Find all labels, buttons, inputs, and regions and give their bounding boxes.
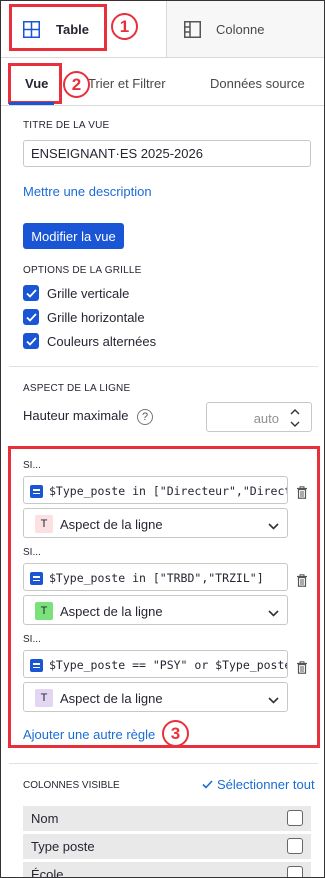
row-style-label: ASPECT DE LA LIGNE bbox=[23, 383, 131, 394]
vertical-grid-option[interactable]: Grille verticale bbox=[23, 285, 129, 301]
column-label: Type poste bbox=[31, 839, 95, 854]
alternating-colors-label: Couleurs alternées bbox=[47, 333, 157, 349]
row-style-select-label: Aspect de la ligne bbox=[60, 604, 163, 619]
formula-icon bbox=[30, 572, 43, 585]
right-panel: Table Colonne Vue Trier et Filtrer Donné… bbox=[0, 0, 325, 878]
row-style-select-2[interactable]: T Aspect de la ligne bbox=[23, 595, 288, 625]
style-swatch: T bbox=[35, 515, 53, 533]
rule-formula-3[interactable]: $Type_poste == "PSY" or $Type_poste == "… bbox=[23, 650, 288, 678]
select-all-button[interactable]: Sélectionner tout bbox=[202, 777, 315, 792]
max-height-value: auto bbox=[253, 411, 279, 426]
annotation-box-table-tab bbox=[9, 4, 107, 51]
column-icon bbox=[184, 21, 201, 41]
column-row-type-poste[interactable]: Type poste bbox=[23, 834, 311, 859]
column-checkbox[interactable] bbox=[287, 810, 303, 826]
trash-icon[interactable] bbox=[296, 486, 308, 502]
view-title-label: TITRE DE LA VUE bbox=[23, 120, 110, 131]
trash-icon[interactable] bbox=[296, 574, 308, 590]
annotation-marker-2: 2 bbox=[63, 71, 90, 98]
visible-columns-label: COLONNES VISIBLE bbox=[23, 780, 120, 791]
rule-formula-text: $Type_poste in ["TRBD","TRZIL"] bbox=[49, 571, 264, 585]
checkbox-alternating-colors[interactable] bbox=[23, 333, 39, 349]
row-style-select-1[interactable]: T Aspect de la ligne bbox=[23, 508, 288, 538]
grid-options-label: OPTIONS DE LA GRILLE bbox=[23, 265, 142, 276]
chevron-down-icon bbox=[268, 692, 279, 707]
check-icon bbox=[202, 777, 213, 792]
column-row-ecole[interactable]: École bbox=[23, 862, 311, 878]
subtab-trier-filtrer[interactable]: Trier et Filtrer bbox=[88, 76, 166, 91]
tab-colonne[interactable]: Colonne bbox=[166, 1, 324, 57]
help-icon[interactable]: ? bbox=[137, 409, 153, 425]
alternating-colors-option[interactable]: Couleurs alternées bbox=[23, 333, 156, 349]
row-style-select-label: Aspect de la ligne bbox=[60, 517, 163, 532]
section-divider bbox=[9, 366, 318, 367]
formula-icon bbox=[30, 659, 43, 672]
row-style-select-label: Aspect de la ligne bbox=[60, 691, 163, 706]
max-height-input[interactable]: auto bbox=[206, 402, 312, 432]
horizontal-grid-label: Grille horizontale bbox=[47, 309, 145, 325]
column-checkbox[interactable] bbox=[287, 838, 303, 854]
formula-icon bbox=[30, 485, 43, 498]
style-swatch: T bbox=[35, 602, 53, 620]
row-style-select-3[interactable]: T Aspect de la ligne bbox=[23, 682, 288, 712]
tab-colonne-label: Colonne bbox=[216, 22, 265, 37]
trash-icon[interactable] bbox=[296, 661, 308, 677]
max-height-label: Hauteur maximale bbox=[23, 408, 129, 423]
spinner-icon[interactable] bbox=[289, 407, 301, 432]
column-row-nom[interactable]: Nom bbox=[23, 806, 311, 831]
add-description-link[interactable]: Mettre une description bbox=[23, 184, 152, 199]
style-swatch: T bbox=[35, 689, 53, 707]
annotation-marker-1: 1 bbox=[111, 13, 138, 40]
add-rule-link[interactable]: Ajouter une autre règle bbox=[23, 727, 155, 742]
rule-si-label: SI... bbox=[23, 547, 41, 558]
vertical-grid-label: Grille verticale bbox=[47, 285, 130, 301]
subtab-donnees-source[interactable]: Données source bbox=[210, 76, 305, 91]
section-divider bbox=[9, 763, 318, 764]
annotation-marker-3: 3 bbox=[162, 720, 189, 747]
column-label: École bbox=[31, 867, 64, 878]
select-all-label: Sélectionner tout bbox=[217, 777, 315, 792]
rule-formula-text: $Type_poste in ["Directeur","Directrice"… bbox=[49, 484, 287, 498]
rule-formula-text: $Type_poste == "PSY" or $Type_poste == "… bbox=[49, 658, 288, 672]
chevron-down-icon bbox=[268, 518, 279, 533]
rule-si-label: SI... bbox=[23, 634, 41, 645]
edit-view-button[interactable]: Modifier la vue bbox=[23, 223, 124, 249]
rule-si-label: SI... bbox=[23, 460, 41, 471]
vue-subtab-underline bbox=[9, 102, 54, 105]
annotation-box-vue-subtab bbox=[8, 63, 62, 104]
checkbox-vertical-grid[interactable] bbox=[23, 285, 39, 301]
column-label: Nom bbox=[31, 811, 59, 826]
column-checkbox[interactable] bbox=[287, 866, 303, 877]
rule-formula-1[interactable]: $Type_poste in ["Directeur","Directrice"… bbox=[23, 476, 288, 504]
chevron-down-icon bbox=[268, 605, 279, 620]
checkbox-horizontal-grid[interactable] bbox=[23, 309, 39, 325]
horizontal-grid-option[interactable]: Grille horizontale bbox=[23, 309, 145, 325]
rule-formula-2[interactable]: $Type_poste in ["TRBD","TRZIL"] bbox=[23, 563, 288, 591]
view-title-input[interactable]: ENSEIGNANT·ES 2025-2026 bbox=[23, 140, 311, 167]
